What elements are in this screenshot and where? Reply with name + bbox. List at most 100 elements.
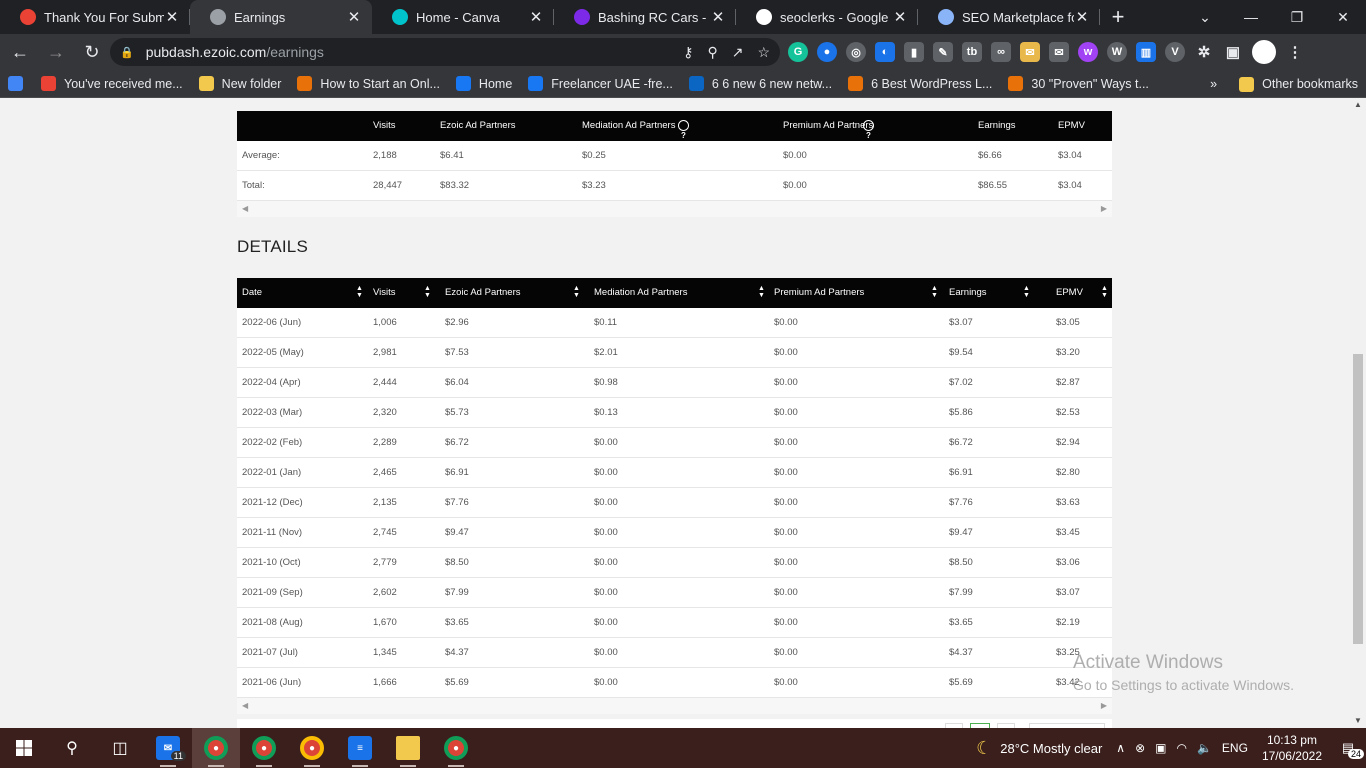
forward-icon[interactable]: → [40, 36, 72, 68]
scroll-thumb[interactable] [1353, 354, 1363, 644]
bookmark-item[interactable]: 6 Best WordPress L... [840, 70, 1000, 98]
minimize-icon[interactable]: — [1228, 0, 1274, 34]
tab-search-icon[interactable]: ⌄ [1182, 0, 1228, 34]
column-header[interactable]: EPMV [1056, 278, 1083, 308]
wifi-icon[interactable]: ◠ [1176, 741, 1186, 755]
close-icon[interactable]: ✕ [346, 8, 362, 26]
sort-icon[interactable]: ▲ ▼ [424, 285, 431, 299]
back-icon[interactable]: ← [4, 36, 36, 68]
chrome-icon[interactable]: ● [192, 728, 240, 768]
mail-icon[interactable]: ✉ [1049, 42, 1069, 62]
close-window-icon[interactable]: ✕ [1320, 0, 1366, 34]
extension-icon[interactable]: ● [817, 42, 837, 62]
bookmark-item[interactable]: You've received me... [33, 70, 191, 98]
link-icon[interactable]: ∞ [991, 42, 1011, 62]
browser-tab[interactable]: seoclerks - Google Se✕ [736, 0, 918, 34]
sort-icon[interactable]: ▲ ▼ [356, 285, 363, 299]
star-icon[interactable]: ☆ [757, 44, 770, 61]
scroll-up-icon[interactable]: ▲ [1350, 98, 1366, 112]
table-cell: $0.00 [774, 347, 798, 358]
file-explorer-icon[interactable] [384, 728, 432, 768]
column-header[interactable]: Mediation Ad Partners [594, 278, 687, 308]
bookmark-item[interactable]: New folder [191, 70, 290, 98]
scroll-left-icon[interactable]: ◀ [242, 204, 248, 213]
bookmark-item[interactable]: Home [448, 70, 520, 98]
profile-avatar[interactable] [1252, 40, 1276, 64]
task-view-icon[interactable]: ◫ [96, 728, 144, 768]
puzzle-icon[interactable]: ✲ [1194, 42, 1214, 62]
scroll-down-icon[interactable]: ▼ [1350, 714, 1366, 728]
sort-icon[interactable]: ▲ ▼ [573, 285, 580, 299]
browser-tab[interactable]: SEO Marketplace for b✕ [918, 0, 1100, 34]
scroll-left-icon[interactable]: ◀ [242, 701, 248, 710]
bookmark-item[interactable]: How to Start an Onl... [289, 70, 448, 98]
notification-center-icon[interactable]: ▤ 24 [1334, 735, 1364, 761]
sidepanel-icon[interactable]: ▣ [1223, 42, 1243, 62]
extension-icon[interactable]: w [1078, 42, 1098, 62]
scroll-right-icon[interactable]: ▶ [1101, 701, 1107, 710]
extension-icon[interactable]: tb [962, 42, 982, 62]
wordpress-icon[interactable]: W [1107, 42, 1127, 62]
bookmark-item[interactable]: Freelancer UAE -fre... [520, 70, 681, 98]
help-icon[interactable]: ? [678, 120, 689, 140]
chart-icon[interactable]: ▥ [1136, 42, 1156, 62]
share-icon[interactable]: ↗ [732, 44, 744, 61]
chrome-profile-icon[interactable]: ● [240, 728, 288, 768]
volume-icon[interactable]: 🔈 [1197, 741, 1212, 755]
help-icon[interactable]: ? [863, 120, 874, 140]
menu-icon[interactable]: ⋮ [1285, 42, 1305, 62]
page-scrollbar[interactable]: ▲ ▼ [1350, 98, 1366, 728]
bookmarks-overflow[interactable]: » [1202, 70, 1231, 98]
extension-icon[interactable]: ◐ [875, 42, 895, 62]
reload-icon[interactable]: ↻ [76, 36, 108, 68]
bookmark-item[interactable]: 30 "Proven" Ways t... [1000, 70, 1156, 98]
zoom-icon[interactable]: ⚲ [707, 44, 717, 61]
extension-icon[interactable]: ◎ [846, 42, 866, 62]
language-indicator[interactable]: ENG [1222, 741, 1248, 755]
close-icon[interactable]: ✕ [1074, 8, 1090, 26]
other-bookmarks[interactable]: Other bookmarks [1231, 70, 1366, 98]
horizontal-scrollbar[interactable]: ◀ ▶ [237, 201, 1112, 217]
column-header[interactable]: Date [242, 278, 262, 308]
tray-app-icon[interactable]: ▣ [1155, 741, 1166, 755]
new-tab-button[interactable]: + [1100, 0, 1136, 34]
bookmark-item[interactable] [0, 70, 33, 98]
browser-tab[interactable]: Thank You For Submit ✕ [0, 0, 190, 34]
horizontal-scrollbar[interactable]: ◀ ▶ [237, 698, 1112, 714]
sort-icon[interactable]: ▲ ▼ [1023, 285, 1030, 299]
column-header[interactable]: Ezoic Ad Partners [445, 278, 521, 308]
sort-icon[interactable]: ▲ ▼ [758, 285, 765, 299]
sort-icon[interactable]: ▲ ▼ [931, 285, 938, 299]
chrome-profile-icon[interactable]: ● [288, 728, 336, 768]
column-header[interactable]: Premium Ad Partners [774, 278, 864, 308]
browser-tab[interactable]: Home - Canva ✕ [372, 0, 554, 34]
tray-app-icon[interactable]: ⊗ [1135, 741, 1145, 755]
search-icon[interactable]: ⚲ [48, 728, 96, 768]
weather-widget[interactable]: ☾ 28°C Mostly clear [976, 738, 1102, 759]
restore-icon[interactable]: ❐ [1274, 0, 1320, 34]
close-icon[interactable]: ✕ [710, 8, 726, 26]
windows-start-icon[interactable] [0, 728, 48, 768]
close-icon[interactable]: ✕ [528, 8, 544, 26]
extension-icon[interactable]: ▮ [904, 42, 924, 62]
extension-icon[interactable]: ✎ [933, 42, 953, 62]
close-icon[interactable]: ✕ [892, 8, 908, 26]
chrome-profile-icon[interactable]: ● [432, 728, 480, 768]
grammarly-icon[interactable]: G [788, 42, 808, 62]
column-header[interactable]: Visits [373, 278, 396, 308]
column-header[interactable]: Earnings [949, 278, 987, 308]
mail-icon[interactable]: ✉ [1020, 42, 1040, 62]
mail-app-icon[interactable]: ✉ 11 [144, 728, 192, 768]
key-icon[interactable]: ⚷ [683, 44, 693, 61]
extension-icon[interactable]: V [1165, 42, 1185, 62]
scroll-right-icon[interactable]: ▶ [1101, 204, 1107, 213]
clock[interactable]: 10:13 pm 17/06/2022 [1262, 732, 1322, 764]
sort-icon[interactable]: ▲ ▼ [1101, 285, 1108, 299]
docs-icon[interactable]: ≡ [336, 728, 384, 768]
close-icon[interactable]: ✕ [164, 8, 180, 26]
chevron-up-icon[interactable]: ∧ [1116, 741, 1125, 755]
address-bar[interactable]: 🔒 pubdash.ezoic.com/earnings ⚷ ⚲ ↗ ☆ [110, 38, 780, 66]
browser-tab[interactable]: Earnings ✕ [190, 0, 372, 34]
browser-tab[interactable]: Bashing RC Cars - You✕ [554, 0, 736, 34]
bookmark-item[interactable]: 6 6 new 6 new netw... [681, 70, 840, 98]
